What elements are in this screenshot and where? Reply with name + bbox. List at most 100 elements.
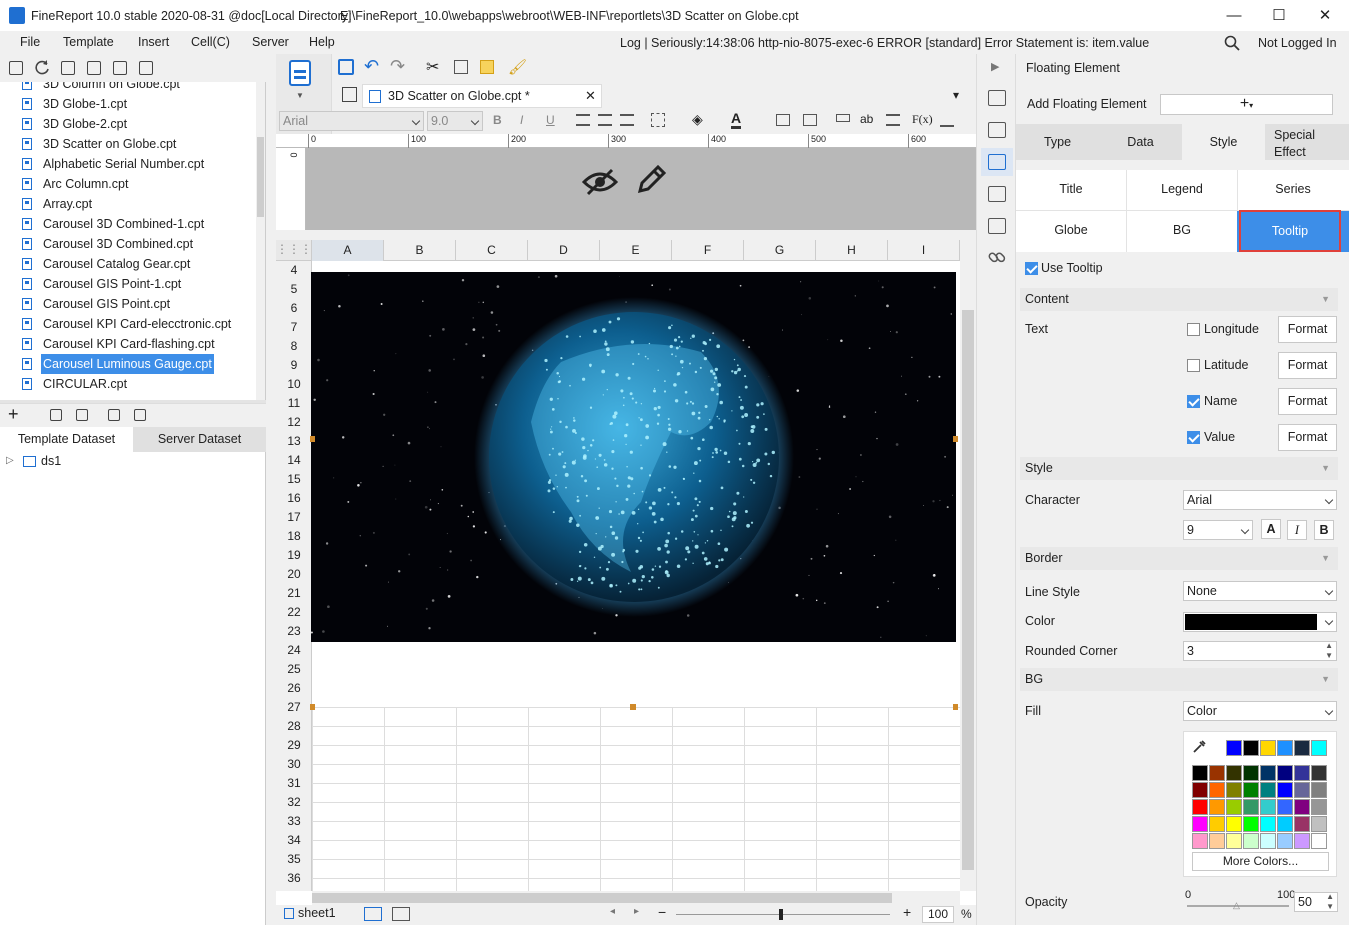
color-swatch[interactable] <box>1226 799 1242 815</box>
row-header[interactable]: 23 <box>276 622 312 641</box>
section-border[interactable]: Border ▼ <box>1020 547 1338 570</box>
color-swatch[interactable] <box>1294 816 1310 832</box>
color-swatch[interactable] <box>1192 782 1208 798</box>
row-header[interactable]: 18 <box>276 527 312 546</box>
chart-icon[interactable] <box>940 113 954 127</box>
zoom-input[interactable]: 100 <box>922 906 954 923</box>
grid-icon[interactable] <box>342 87 357 102</box>
zoom-slider-thumb[interactable] <box>779 909 783 920</box>
cell-attr-icon[interactable] <box>988 90 1006 106</box>
color-swatch[interactable] <box>1260 740 1276 756</box>
color-swatch[interactable] <box>1226 782 1242 798</box>
menu-help[interactable]: Help <box>309 35 335 49</box>
row-header[interactable]: 13 <box>276 432 312 451</box>
row-header[interactable]: 15 <box>276 470 312 489</box>
text-icon[interactable]: ab <box>860 112 873 126</box>
dataset-settings-icon[interactable] <box>134 409 146 421</box>
copy-cell-icon[interactable] <box>454 60 468 74</box>
row-header[interactable]: 22 <box>276 603 312 622</box>
row-header[interactable]: 6 <box>276 299 312 318</box>
column-header[interactable]: B <box>384 240 456 261</box>
save-icon[interactable] <box>338 59 354 75</box>
font-color-icon[interactable]: A <box>731 110 742 129</box>
maximize-button[interactable]: ☐ <box>1256 0 1302 31</box>
section-content[interactable]: Content ▼ <box>1020 288 1338 311</box>
color-swatch[interactable] <box>1243 799 1259 815</box>
cell-element-icon[interactable] <box>988 122 1006 138</box>
column-header[interactable]: F <box>672 240 744 261</box>
italic-button[interactable]: I <box>520 113 523 127</box>
tab-server-dataset[interactable]: Server Dataset <box>133 427 266 452</box>
menu-insert[interactable]: Insert <box>138 35 169 49</box>
edit-icon[interactable] <box>50 409 62 421</box>
border-color-picker[interactable] <box>1183 612 1337 632</box>
name-format-button[interactable]: Format <box>1278 388 1337 415</box>
color-swatch[interactable] <box>1209 833 1225 849</box>
color-swatch[interactable] <box>1277 799 1293 815</box>
longitude-checkbox[interactable] <box>1187 323 1200 336</box>
format-painter-icon[interactable]: 🖌 <box>508 58 527 76</box>
color-swatch[interactable] <box>1294 740 1310 756</box>
subtab-tooltip[interactable]: Tooltip <box>1239 210 1341 252</box>
color-swatch[interactable] <box>1294 782 1310 798</box>
color-swatch[interactable] <box>1277 765 1293 781</box>
color-swatch[interactable] <box>1243 816 1259 832</box>
add-dataset-icon[interactable]: + <box>8 404 19 425</box>
row-header[interactable]: 31 <box>276 774 312 793</box>
row-header[interactable]: 10 <box>276 375 312 394</box>
unmerge-icon[interactable] <box>803 114 817 126</box>
row-header[interactable]: 26 <box>276 679 312 698</box>
color-swatch[interactable] <box>1311 799 1327 815</box>
menu-template[interactable]: Template <box>63 35 114 49</box>
row-header[interactable]: 14 <box>276 451 312 470</box>
row-header[interactable]: 17 <box>276 508 312 527</box>
zoom-in-icon[interactable]: + <box>903 904 911 920</box>
column-header[interactable]: H <box>816 240 888 261</box>
section-bg[interactable]: BG ▼ <box>1020 668 1338 691</box>
column-header[interactable]: D <box>528 240 600 261</box>
preview-icon[interactable] <box>108 409 120 421</box>
color-swatch[interactable] <box>1311 833 1327 849</box>
color-swatch[interactable] <box>1277 816 1293 832</box>
color-swatch[interactable] <box>1260 782 1276 798</box>
refresh-icon[interactable] <box>35 60 50 75</box>
row-header[interactable]: 4 <box>276 261 312 280</box>
template-tab[interactable]: 3D Scatter on Globe.cpt * ✕ <box>362 84 602 108</box>
color-swatch[interactable] <box>1243 833 1259 849</box>
dataset-item[interactable]: ds1 <box>41 454 61 468</box>
bold-button[interactable]: B <box>493 113 502 127</box>
subtab-bg[interactable]: BG <box>1127 223 1237 237</box>
font-family-select[interactable]: Arial <box>279 111 424 131</box>
horizontal-scrollbar[interactable] <box>312 891 960 905</box>
color-swatch[interactable] <box>1311 816 1327 832</box>
resize-handle[interactable] <box>310 436 315 442</box>
tab-type[interactable]: Type <box>1016 124 1099 160</box>
color-swatch[interactable] <box>1209 782 1225 798</box>
row-header[interactable]: 35 <box>276 850 312 869</box>
subtab-legend[interactable]: Legend <box>1127 182 1237 196</box>
longitude-format-button[interactable]: Format <box>1278 316 1337 343</box>
splitter[interactable] <box>266 54 276 925</box>
prev-sheet-icon[interactable]: ◂ <box>610 906 615 917</box>
hide-icon[interactable] <box>582 166 618 198</box>
border-icon[interactable] <box>651 113 665 127</box>
formula-icon[interactable]: F(x) <box>912 112 933 127</box>
color-swatch[interactable] <box>1209 816 1225 832</box>
condition-icon[interactable] <box>988 218 1006 234</box>
search-icon[interactable] <box>1224 35 1240 51</box>
row-header[interactable]: 7 <box>276 318 312 337</box>
subtab-title[interactable]: Title <box>1016 182 1126 196</box>
hyperlink-icon[interactable] <box>988 248 1006 266</box>
resize-handle[interactable] <box>953 436 958 442</box>
color-swatch[interactable] <box>1226 765 1242 781</box>
chevron-down-icon[interactable]: ▼ <box>296 91 304 100</box>
floating-element-icon[interactable] <box>988 154 1006 170</box>
row-header[interactable]: 27 <box>276 698 312 717</box>
subtab-series[interactable]: Series <box>1238 182 1348 196</box>
color-swatch[interactable] <box>1192 799 1208 815</box>
row-header[interactable]: 16 <box>276 489 312 508</box>
row-header[interactable]: 21 <box>276 584 312 603</box>
align-center-icon[interactable] <box>598 114 612 126</box>
tab-template-dataset[interactable]: Template Dataset <box>0 427 133 452</box>
expand-icon[interactable]: ▷ <box>6 455 14 466</box>
